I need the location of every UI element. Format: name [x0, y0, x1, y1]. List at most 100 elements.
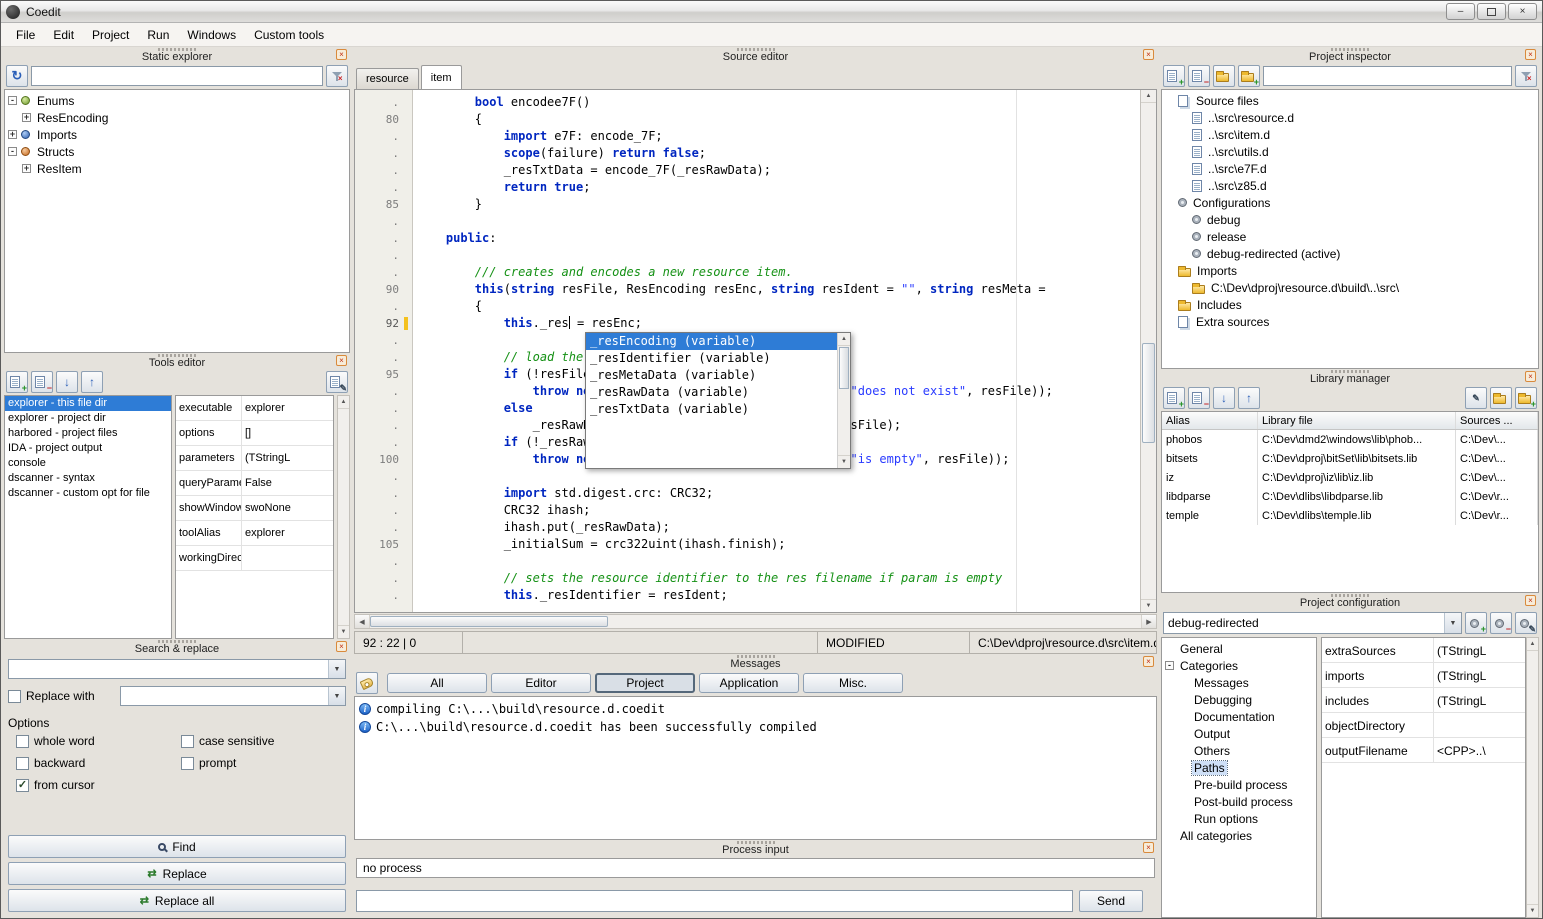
add-folder-button[interactable]: + [1238, 65, 1260, 87]
checkbox-case-sensitive[interactable]: case sensitive [181, 734, 346, 748]
property-row-executable[interactable]: executableexplorer [176, 396, 333, 421]
filter-application-button[interactable]: Application [699, 673, 799, 693]
property-value[interactable] [1434, 713, 1525, 737]
completion-item[interactable]: _resMetaData (variable) [586, 367, 837, 384]
chevron-down-icon[interactable]: ▼ [328, 660, 345, 678]
completion-item[interactable]: _resEncoding (variable) [586, 333, 837, 350]
close-panel-icon[interactable]: × [1525, 49, 1536, 60]
property-value[interactable] [242, 546, 333, 570]
tree-item-resitem[interactable]: +ResItem [5, 160, 349, 177]
close-panel-icon[interactable]: × [1143, 656, 1154, 667]
tree-item-src-z85-d[interactable]: ..\src\z85.d [1162, 177, 1538, 194]
filter-all-button[interactable]: All [387, 673, 487, 693]
property-value[interactable]: <CPP>..\ [1434, 738, 1525, 762]
tool-item-explorer-project-dir[interactable]: explorer - project dir [5, 411, 171, 426]
tools-editor-header[interactable]: Tools editor × [4, 353, 350, 369]
library-table-rows[interactable]: phobosC:\Dev\dmd2\windows\lib\phob...C:\… [1162, 430, 1538, 525]
replace-term-combo[interactable]: ▼ [120, 686, 346, 706]
clone-configuration-button[interactable]: ✎ [1515, 612, 1537, 634]
tool-properties-grid[interactable]: executableexploreroptions[]parameters(TS… [175, 395, 334, 639]
tree-item-c-dev-dproj-resource-d-build-src[interactable]: C:\Dev\dproj\resource.d\build\..\src\ [1162, 279, 1538, 296]
remove-tool-button[interactable]: − [31, 371, 53, 393]
tree-item-structs[interactable]: -Structs [5, 143, 349, 160]
scrollbar-thumb[interactable] [839, 347, 849, 389]
scroll-right-icon[interactable]: ▶ [1141, 615, 1156, 628]
add-library-button[interactable]: + [1163, 387, 1185, 409]
tool-item-dscanner-syntax[interactable]: dscanner - syntax [5, 471, 171, 486]
close-panel-icon[interactable]: × [1525, 371, 1536, 382]
property-row-extrasources[interactable]: extraSources(TStringL [1322, 638, 1525, 663]
collapse-icon[interactable]: - [8, 96, 17, 105]
completion-item[interactable]: _resRawData (variable) [586, 384, 837, 401]
close-button[interactable]: × [1508, 3, 1537, 20]
add-source-button[interactable]: + [1163, 65, 1185, 87]
tool-item-harbored-project-files[interactable]: harbored - project files [5, 426, 171, 441]
message-row[interactable]: C:\...\build\resource.d.coedit has been … [355, 718, 1156, 736]
property-value[interactable]: explorer [242, 396, 333, 420]
refresh-button[interactable]: ↻ [6, 65, 28, 87]
completion-scrollbar[interactable]: ▲ ▼ [837, 333, 850, 468]
replace-button[interactable]: ⇄Replace [8, 862, 346, 885]
tool-item-dscanner-custom-opt-for-file[interactable]: dscanner - custom opt for file [5, 486, 171, 501]
scrollbar-thumb[interactable] [1142, 343, 1155, 443]
library-row[interactable]: bitsetsC:\Dev\dproj\bitSet\lib\bitsets.l… [1162, 449, 1538, 468]
tree-item-extra-sources[interactable]: Extra sources [1162, 313, 1538, 330]
tree-item-src-utils-d[interactable]: ..\src\utils.d [1162, 143, 1538, 160]
property-value[interactable]: [] [242, 421, 333, 445]
tree-item-configurations[interactable]: Configurations [1162, 194, 1538, 211]
library-manager-header[interactable]: Library manager × [1161, 369, 1539, 385]
scrollbar-thumb[interactable] [370, 616, 608, 627]
move-library-up-button[interactable]: ↑ [1238, 387, 1260, 409]
clear-filter-button[interactable]: × [1515, 65, 1537, 87]
property-value[interactable]: swoNone [242, 496, 333, 520]
menu-item-file[interactable]: File [7, 25, 44, 45]
project-inspector-tree[interactable]: Source files..\src\resource.d..\src\item… [1161, 89, 1539, 369]
property-row-queryparamet[interactable]: queryParametFalse [176, 471, 333, 496]
property-value[interactable]: False [242, 471, 333, 495]
tool-item-ida-project-output[interactable]: IDA - project output [5, 441, 171, 456]
tree-item-source-files[interactable]: Source files [1162, 92, 1538, 109]
tree-item-categories[interactable]: -Categories [1162, 657, 1316, 674]
minimize-button[interactable]: – [1446, 3, 1475, 20]
inspector-filter-input[interactable] [1263, 66, 1512, 86]
close-panel-icon[interactable]: × [1143, 49, 1154, 60]
close-panel-icon[interactable]: × [336, 49, 347, 60]
static-explorer-header[interactable]: Static explorer × [4, 47, 350, 63]
chevron-down-icon[interactable]: ▼ [1444, 613, 1461, 633]
library-column-header[interactable]: Library file [1258, 412, 1456, 429]
maximize-button[interactable] [1477, 3, 1506, 20]
scroll-left-icon[interactable]: ◀ [355, 615, 370, 628]
collapse-icon[interactable]: - [8, 147, 17, 156]
tree-item-includes[interactable]: Includes [1162, 296, 1538, 313]
tool-item-explorer-this-file-dir[interactable]: explorer - this file dir [5, 396, 171, 411]
move-tool-up-button[interactable]: ↑ [81, 371, 103, 393]
tree-item-all-categories[interactable]: All categories [1162, 827, 1316, 844]
tree-item-output[interactable]: Output [1162, 725, 1316, 742]
tree-item-documentation[interactable]: Documentation [1162, 708, 1316, 725]
tree-item-src-e7f-d[interactable]: ..\src\e7F.d [1162, 160, 1538, 177]
property-row-objectdirectory[interactable]: objectDirectory [1322, 713, 1525, 738]
tree-item-debug-redirected-active[interactable]: debug-redirected (active) [1162, 245, 1538, 262]
open-library-file-button[interactable] [1490, 387, 1512, 409]
tree-item-general[interactable]: General [1162, 640, 1316, 657]
symbol-filter-input[interactable] [31, 66, 323, 86]
menu-item-custom-tools[interactable]: Custom tools [245, 25, 333, 45]
tree-item-debugging[interactable]: Debugging [1162, 691, 1316, 708]
close-panel-icon[interactable]: × [336, 355, 347, 366]
property-row-toolalias[interactable]: toolAliasexplorer [176, 521, 333, 546]
checkbox-whole-word[interactable]: whole word [16, 734, 181, 748]
property-row-workingdirect[interactable]: workingDirect [176, 546, 333, 571]
replace-all-button[interactable]: ⇄Replace all [8, 889, 346, 912]
replace-with-checkbox[interactable]: Replace with [8, 689, 116, 703]
process-input-header[interactable]: Process input × [354, 840, 1157, 856]
remove-source-button[interactable]: − [1188, 65, 1210, 87]
code-editor[interactable]: .80....85....90.92..95....100....105... … [354, 89, 1157, 613]
expand-icon[interactable]: + [22, 164, 31, 173]
menu-item-project[interactable]: Project [83, 25, 138, 45]
configuration-categories-tree[interactable]: General-CategoriesMessagesDebuggingDocum… [1161, 637, 1317, 918]
tools-list[interactable]: explorer - this file direxplorer - proje… [4, 395, 172, 639]
editor-horizontal-scrollbar[interactable]: ◀ ▶ [354, 614, 1157, 629]
configuration-combo[interactable]: debug-redirected ▼ [1163, 612, 1462, 634]
title-bar[interactable]: Coedit – × [1, 1, 1542, 23]
filter-editor-button[interactable]: Editor [491, 673, 591, 693]
